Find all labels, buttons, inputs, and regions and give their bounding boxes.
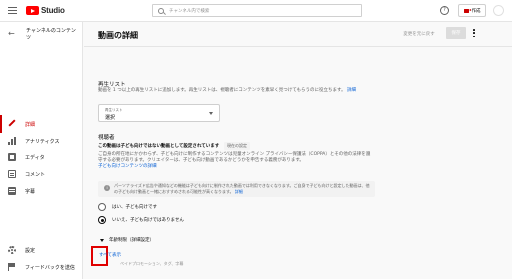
sidebar-item-label: 詳細 — [25, 121, 36, 128]
playlist-select[interactable]: 再生リスト 選択 — [98, 104, 220, 122]
audience-title: 視聴者 — [98, 135, 115, 141]
playlist-description: 動画を 1 つ以上の再生リストに追加します。再生リストは、視聴者にコンテンツを素… — [98, 88, 374, 94]
audience-description: ご自身の所在地にかかわらず、子ども向けに制作するコンテンツは児童オンライン プラ… — [98, 152, 374, 170]
playlist-select-value: 選択 — [105, 115, 116, 121]
search-icon — [158, 7, 164, 14]
gear-icon — [8, 246, 16, 254]
sidebar-item-settings[interactable]: 設定 — [0, 241, 83, 259]
search-box[interactable]: チャンネル内で検索 — [152, 4, 362, 17]
create-label: 作成 — [471, 8, 481, 14]
radio-button[interactable] — [98, 203, 106, 211]
video-camera-icon — [463, 8, 471, 13]
youtube-studio-logo[interactable]: Studio — [26, 6, 65, 15]
kids-content-link[interactable]: 子ども向けコンテンツの詳細 — [98, 164, 157, 169]
search-input[interactable]: チャンネル内で検索 — [169, 8, 209, 14]
editor-icon — [8, 153, 16, 161]
radio-label: いいえ、子ども向けではありません — [112, 218, 184, 223]
show-all-subtitle: ペイドプロモーション、タグ、字幕 — [120, 261, 184, 266]
right-column — [386, 47, 512, 279]
radio-not-made-for-kids[interactable]: いいえ、子ども向けではありません — [98, 216, 184, 224]
audience-info-box: i パーソナライズド広告や通知などの機能は子ども向けに制作された動画では利用でき… — [98, 181, 375, 197]
youtube-play-icon — [26, 6, 39, 15]
avatar[interactable] — [493, 5, 504, 16]
sidebar-item-subtitles[interactable]: 字幕 — [0, 182, 83, 200]
undo-changes-button[interactable]: 変更を元に戻す — [398, 28, 440, 40]
sidebar-item-label: エディタ — [25, 154, 45, 161]
show-all-button[interactable]: すべて表示 — [99, 252, 121, 258]
playlist-select-label: 再生リスト — [105, 108, 123, 112]
radio-button-checked[interactable] — [98, 216, 106, 224]
sidebar-item-details[interactable]: 詳細 — [0, 115, 83, 133]
pencil-icon — [8, 119, 16, 127]
sidebar: ← チャンネルのコンテンツ 詳細 アナリティクス エディタ コメント 字幕 設定… — [0, 22, 83, 279]
radio-label: はい、子ども向けです — [112, 205, 157, 210]
top-bar: Studio チャンネル内で検索 ? 作成 — [0, 0, 512, 22]
sidebar-item-label: 字幕 — [25, 188, 36, 195]
help-icon[interactable]: ? — [440, 6, 449, 15]
subtitles-icon — [8, 187, 16, 195]
page-title: 動画の詳細 — [98, 31, 138, 40]
info-text: パーソナライズド広告や通知などの機能は子ども向けに制作された動画では利用できなく… — [114, 183, 370, 194]
back-arrow-icon[interactable]: ← — [8, 30, 15, 38]
status-badge: 現在の設定 — [224, 141, 250, 150]
feedback-icon — [8, 263, 16, 271]
chevron-down-icon — [100, 238, 104, 242]
comments-icon — [8, 170, 16, 178]
logo-text: Studio — [41, 6, 65, 15]
sidebar-item-label: フィードバックを送信 — [25, 264, 75, 271]
radio-made-for-kids[interactable]: はい、子ども向けです — [98, 203, 157, 211]
sidebar-item-feedback[interactable]: フィードバックを送信 — [0, 258, 83, 276]
age-restriction-label: 年齢制限（詳細設定） — [109, 238, 154, 243]
create-button[interactable]: 作成 — [458, 4, 486, 17]
playlist-title: 再生リスト — [98, 82, 126, 88]
sidebar-item-label: コメント — [25, 171, 46, 178]
channel-content-link[interactable]: チャンネルのコンテンツ — [26, 28, 80, 42]
audience-status-label: この動画は子ども向けではない動画として設定されています — [98, 144, 220, 149]
menu-icon[interactable] — [8, 7, 17, 14]
age-restriction-toggle[interactable]: 年齢制限（詳細設定） — [100, 237, 154, 243]
info-icon: i — [104, 185, 110, 191]
save-button[interactable]: 保存 — [446, 27, 466, 39]
analytics-icon — [8, 137, 16, 145]
chevron-down-icon — [209, 112, 213, 115]
info-learn-more-link[interactable]: 詳細 — [235, 189, 243, 194]
sidebar-item-label: 設定 — [25, 247, 36, 254]
more-options-icon[interactable] — [472, 28, 476, 38]
playlist-description-text: 動画を 1 つ以上の再生リストに追加します。再生リストは、視聴者にコンテンツを素… — [98, 88, 346, 93]
sidebar-item-editor[interactable]: エディタ — [0, 148, 83, 166]
playlist-learn-more-link[interactable]: 詳細 — [347, 88, 356, 93]
audience-description-text: ご自身の所在地にかかわらず、子ども向けに制作するコンテンツは児童オンライン プラ… — [98, 152, 371, 163]
sidebar-item-label: アナリティクス — [25, 138, 60, 145]
sidebar-item-comments[interactable]: コメント — [0, 165, 83, 183]
